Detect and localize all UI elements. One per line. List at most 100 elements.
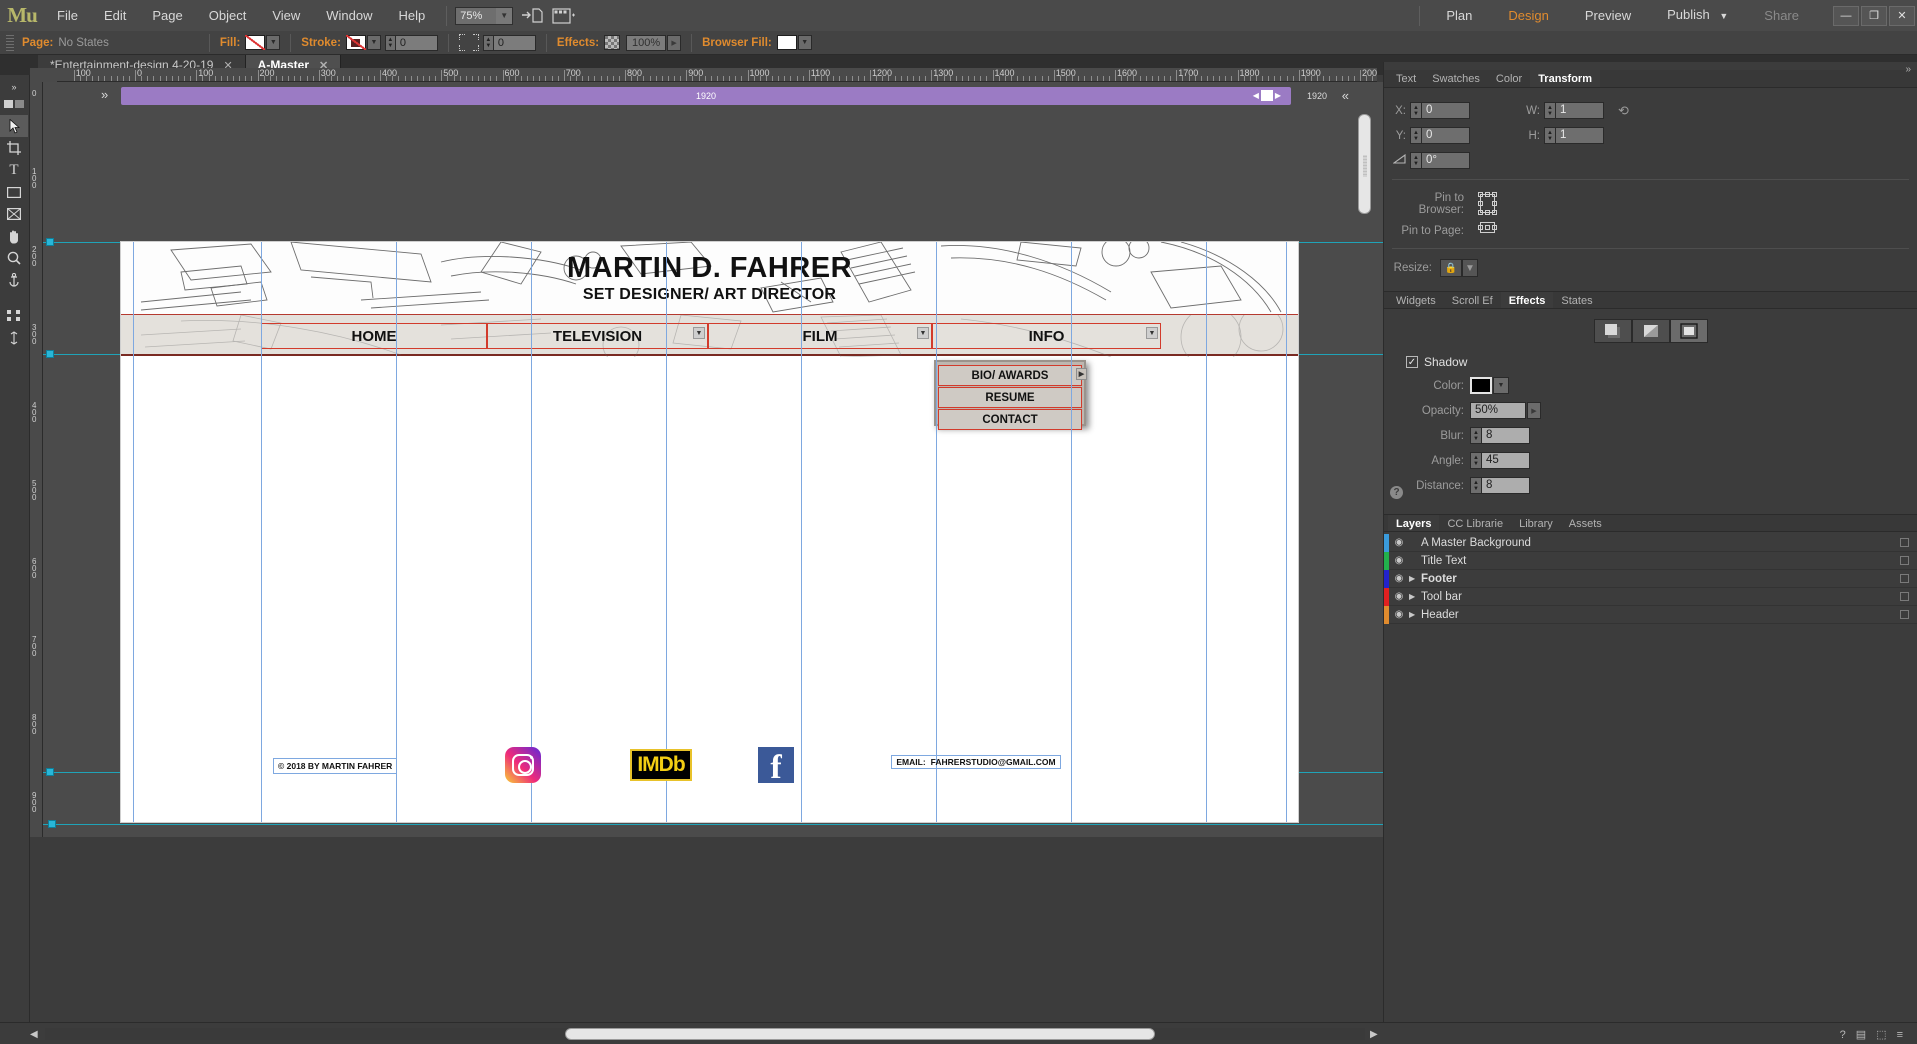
hand-tool[interactable] [0, 225, 28, 247]
x-field[interactable]: ▲ ▼ 0 [1410, 102, 1470, 119]
glow-effect-button[interactable] [1669, 319, 1708, 343]
pin-to-page-grid[interactable] [1474, 222, 1500, 238]
mode-design[interactable]: Design [1490, 0, 1566, 31]
anchor-tool[interactable] [0, 269, 28, 291]
layer-target-checkbox[interactable] [1900, 592, 1909, 601]
tab-effects[interactable]: Effects [1500, 292, 1554, 308]
lock-icon[interactable]: 🔒 [1440, 259, 1462, 277]
header-artwork[interactable]: MARTIN D. FAHRER SET DESIGNER/ ART DIREC… [121, 242, 1298, 314]
layout-preview-icon[interactable] [551, 5, 577, 27]
tool-swatch-row[interactable] [0, 93, 28, 115]
scroll-left-icon[interactable]: ◀ [30, 1029, 38, 1040]
mode-share[interactable]: Share [1746, 0, 1817, 31]
eye-icon[interactable]: ◉ [1389, 537, 1409, 548]
blur-field[interactable]: ▲ ▼ 8 [1470, 427, 1530, 444]
expand-triangle-icon[interactable]: ▶ [1409, 574, 1421, 583]
w-value[interactable]: 1 [1556, 102, 1604, 119]
shadow-angle-field[interactable]: ▲ ▼ 45 [1470, 452, 1530, 469]
layer-target-checkbox[interactable] [1900, 538, 1909, 547]
page-width-bar[interactable]: 1920 ◀ ▶ 1920 « [121, 87, 1349, 105]
menu-window[interactable]: Window [313, 0, 385, 31]
expand-triangle-icon[interactable]: ▶ [1409, 592, 1421, 601]
menu-view[interactable]: View [259, 0, 313, 31]
browser-fill-swatch[interactable] [776, 35, 797, 50]
close-icon[interactable]: ✕ [1889, 5, 1915, 26]
eye-icon[interactable]: ◉ [1389, 573, 1409, 584]
stepper-arrows-icon[interactable]: ▲ ▼ [1410, 152, 1422, 169]
site-navigation-bar[interactable]: HOME TELEVISION ▼ FILM ▼ INFO ▼ [121, 314, 1298, 357]
layer-row[interactable]: ◉ ▶ Footer [1384, 569, 1917, 588]
layer-target-checkbox[interactable] [1900, 574, 1909, 583]
text-tool[interactable]: T [0, 159, 28, 181]
dropdown-item-bio-awards[interactable]: BIO/ AWARDS ▶ [938, 365, 1087, 386]
distance-value[interactable]: 8 [1482, 477, 1530, 494]
zoom-level-combo[interactable]: 75% ▼ [455, 6, 514, 25]
layer-target-checkbox[interactable] [1900, 610, 1909, 619]
imdb-icon[interactable]: IMDb [630, 749, 692, 781]
measure-tool[interactable] [0, 327, 28, 349]
vertical-ruler[interactable]: 0 1 0 0 2 0 0 3 0 0 4 0 0 5 0 0 6 0 0 7 0 0 8 0 … [30, 82, 43, 837]
eye-icon[interactable]: ◉ [1389, 609, 1409, 620]
fill-dropdown-icon[interactable]: ▼ [266, 35, 281, 50]
dropdown-item-resume[interactable]: RESUME [938, 387, 1082, 408]
lock-icon[interactable]: ⬚ [1876, 1028, 1886, 1041]
stepper-arrows-icon[interactable]: ▲ ▼ [1544, 102, 1556, 119]
nav-item-film[interactable]: FILM ▼ [708, 323, 932, 349]
corner-radius-value[interactable]: 0 [493, 34, 536, 51]
horizontal-ruler[interactable]: 100 0 100 200 300 400 500 600 700 800 900 1000 1100 1… [57, 68, 1377, 82]
opacity-slider-icon[interactable]: ▶ [1527, 402, 1541, 419]
crop-tool[interactable] [0, 137, 28, 159]
layer-target-checkbox[interactable] [1900, 556, 1909, 565]
collapse-right-icon[interactable]: « [1342, 88, 1349, 103]
shadow-opacity-value[interactable]: 50% [1470, 402, 1526, 419]
palette-grip[interactable]: » [0, 81, 28, 93]
h-field[interactable]: ▲ ▼ 1 [1544, 127, 1604, 144]
tab-library[interactable]: Library [1511, 515, 1561, 531]
dropdown-item-contact[interactable]: CONTACT [938, 409, 1082, 430]
tab-scroll-effects[interactable]: Scroll Ef [1444, 292, 1501, 308]
design-canvas[interactable]: » 1920 ◀ ▶ 1920 « MARTIN D. FAHRER SET D… [43, 82, 1383, 837]
menu-file[interactable]: File [44, 0, 91, 31]
tab-assets[interactable]: Assets [1561, 515, 1610, 531]
tab-widgets[interactable]: Widgets [1388, 292, 1444, 308]
corner-radius-stepper[interactable]: ▲ ▼ 0 [482, 34, 536, 51]
h-value[interactable]: 1 [1556, 127, 1604, 144]
restore-icon[interactable]: ❐ [1861, 5, 1887, 26]
tab-color[interactable]: Color [1488, 70, 1530, 87]
chevron-down-icon[interactable]: ▼ [1493, 377, 1509, 394]
angle-value[interactable]: 0° [1422, 152, 1470, 169]
x-value[interactable]: 0 [1422, 102, 1470, 119]
grid-icon[interactable]: ▤ [1856, 1028, 1866, 1041]
stepper-arrows-icon[interactable]: ▲ ▼ [1470, 477, 1482, 494]
mode-preview[interactable]: Preview [1567, 0, 1649, 31]
w-field[interactable]: ▲ ▼ 1 [1544, 102, 1604, 119]
control-bar-grip[interactable] [6, 34, 14, 51]
selection-tool[interactable] [0, 115, 28, 137]
minimize-icon[interactable]: — [1833, 5, 1859, 26]
menu-page[interactable]: Page [139, 0, 195, 31]
horizontal-scrollbar-thumb[interactable] [565, 1028, 1155, 1040]
menu-object[interactable]: Object [196, 0, 260, 31]
menu-icon[interactable]: ≡ [1897, 1029, 1903, 1041]
stroke-swatch[interactable] [345, 35, 366, 50]
guide-handle-footer[interactable] [46, 768, 54, 776]
chevron-down-icon[interactable]: ▼ [693, 327, 705, 339]
chevron-down-icon[interactable]: ▼ [917, 327, 929, 339]
help-icon[interactable]: ? [1840, 1029, 1846, 1041]
y-field[interactable]: ▲ ▼ 0 [1410, 127, 1470, 144]
guide-handle-top[interactable] [46, 238, 54, 246]
opacity-value[interactable]: 100% [626, 34, 667, 51]
corner-radius-icon[interactable] [458, 34, 479, 51]
horizontal-scrollbar[interactable] [45, 1028, 1365, 1040]
stepper-arrows-icon[interactable]: ▲ ▼ [1470, 427, 1482, 444]
opacity-slider-icon[interactable]: ▶ [667, 34, 682, 51]
shadow-color-swatch[interactable] [1470, 377, 1492, 394]
nav-item-home[interactable]: HOME [261, 323, 487, 349]
eye-icon[interactable]: ◉ [1389, 555, 1409, 566]
instagram-icon[interactable] [505, 747, 541, 783]
page-canvas[interactable]: MARTIN D. FAHRER SET DESIGNER/ ART DIREC… [121, 242, 1298, 822]
zoom-tool[interactable] [0, 247, 28, 269]
menu-edit[interactable]: Edit [91, 0, 139, 31]
chevron-right-icon[interactable]: ▶ [1076, 368, 1087, 380]
expand-triangle-icon[interactable]: ▶ [1409, 610, 1421, 619]
